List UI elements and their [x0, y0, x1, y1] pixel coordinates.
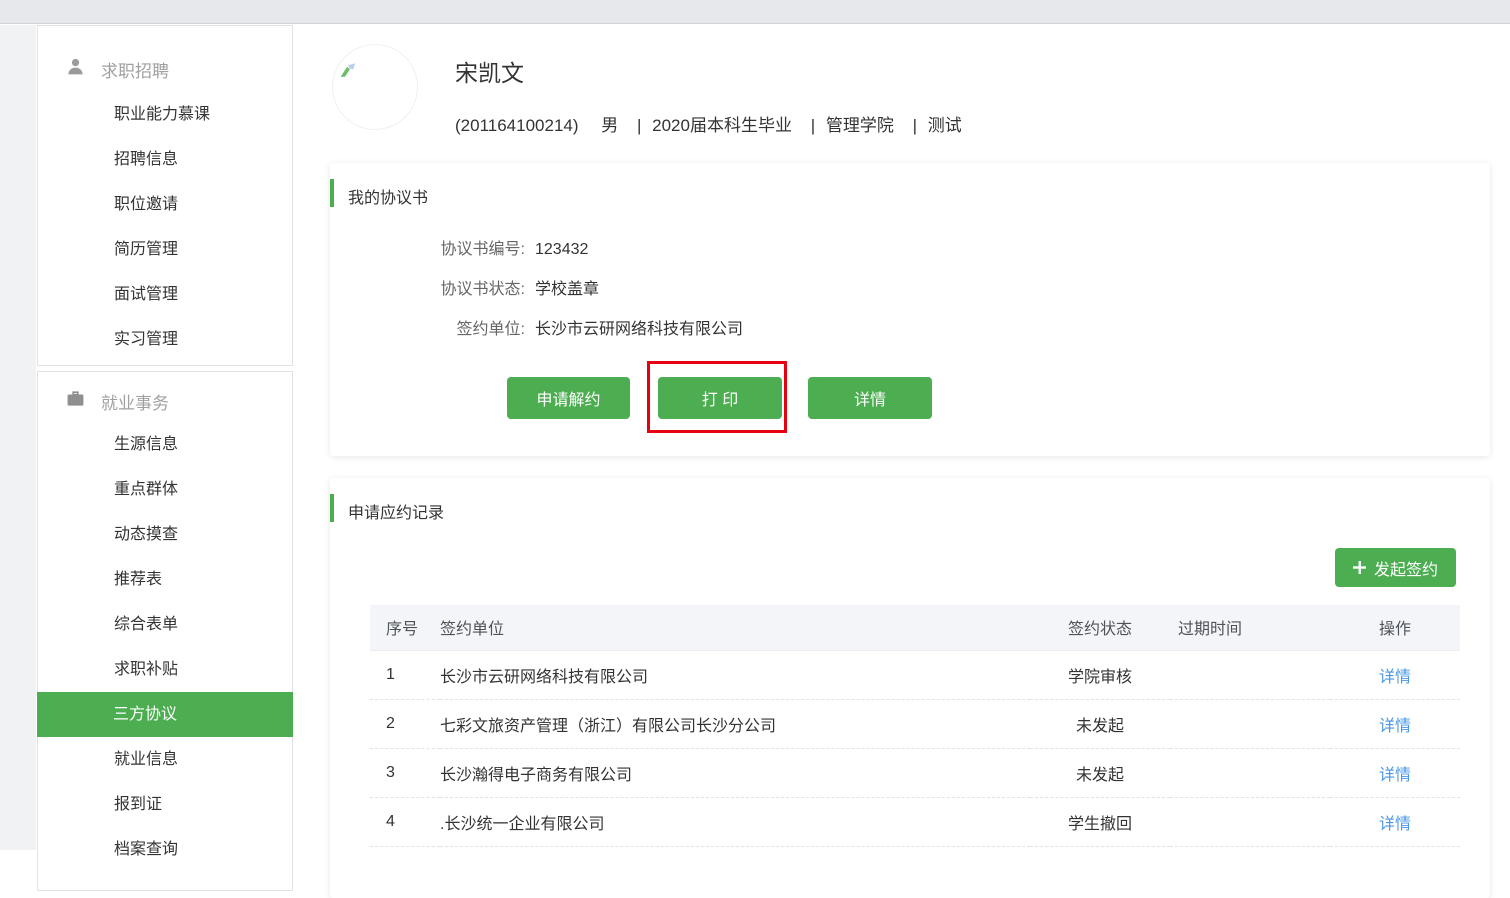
row-detail-link[interactable]: 详情	[1379, 816, 1411, 833]
sidebar-item-mooc[interactable]: 职业能力慕课	[38, 92, 292, 137]
row-company: 长沙瀚得电子商务有限公司	[440, 748, 1030, 797]
agreement-status-label: 协议书状态:	[330, 278, 525, 302]
agreement-number-field: 协议书编号: 123432	[330, 238, 588, 262]
agreement-status-value: 学校盖章	[535, 281, 599, 298]
table-row: 2 七彩文旅资产管理（浙江）有限公司长沙分公司 未发起 详情	[370, 699, 1460, 748]
start-signing-label: 发起签约	[1374, 556, 1438, 580]
sidebar-item-employment-info[interactable]: 就业信息	[38, 737, 292, 782]
sidebar-item-recruit-info[interactable]: 招聘信息	[38, 137, 292, 182]
broken-image-icon	[338, 61, 359, 82]
sidebar-group-label: 求职招聘	[101, 57, 169, 82]
section-accent-bar	[330, 179, 334, 207]
sidebar-item-interview[interactable]: 面试管理	[38, 272, 292, 317]
agreement-detail-button[interactable]: 详情	[808, 377, 932, 419]
student-tag: 测试	[928, 116, 962, 135]
sidebar-item-tripartite-agreement[interactable]: 三方协议	[37, 692, 293, 737]
start-signing-button[interactable]: 发起签约	[1335, 548, 1456, 587]
student-college: 管理学院	[826, 116, 894, 135]
row-expire	[1170, 748, 1330, 797]
records-card-title: 申请应约记录	[348, 499, 444, 523]
row-company: .长沙统一企业有限公司	[440, 797, 1030, 846]
sidebar-item-source-info[interactable]: 生源信息	[38, 422, 292, 467]
agreement-company-field: 签约单位: 长沙市云研网络科技有限公司	[330, 318, 743, 342]
sidebar-group-jobs[interactable]: 求职招聘	[38, 46, 292, 92]
row-no: 4	[370, 797, 440, 846]
sidebar-item-resume[interactable]: 简历管理	[38, 227, 292, 272]
row-company: 七彩文旅资产管理（浙江）有限公司长沙分公司	[440, 699, 1030, 748]
records-table: 序号 签约单位 签约状态 过期时间 操作 1 长沙市云研网络科技有限公司 学院审…	[370, 605, 1460, 847]
row-status: 未发起	[1030, 748, 1170, 797]
row-expire	[1170, 797, 1330, 846]
col-header-action: 操作	[1330, 605, 1460, 650]
agreement-number-value: 123432	[535, 241, 588, 258]
user-icon	[66, 57, 85, 81]
sidebar-item-internship[interactable]: 实习管理	[38, 317, 292, 362]
row-detail-link[interactable]: 详情	[1379, 718, 1411, 735]
sidebar-item-registration-card[interactable]: 报到证	[38, 782, 292, 827]
student-name: 宋凯文	[455, 54, 524, 88]
sidebar-item-position-invite[interactable]: 职位邀请	[38, 182, 292, 227]
sidebar-group-label: 就业事务	[101, 389, 169, 414]
sidebar-section-jobs: 求职招聘 职业能力慕课 招聘信息 职位邀请 简历管理 面试管理 实习管理	[37, 25, 293, 366]
meta-separator: |	[913, 116, 917, 135]
agreement-company-value: 长沙市云研网络科技有限公司	[535, 321, 743, 338]
briefcase-icon	[66, 389, 85, 413]
row-expire	[1170, 650, 1330, 699]
avatar	[332, 44, 418, 130]
student-id: (201164100214)	[455, 116, 579, 135]
meta-separator: |	[811, 116, 815, 135]
row-expire	[1170, 699, 1330, 748]
row-company: 长沙市云研网络科技有限公司	[440, 650, 1030, 699]
application-records-card: 申请应约记录 发起签约 序号 签约单位 签约状态 过期时间 操作 1 长沙市云研…	[330, 478, 1490, 898]
table-header-row: 序号 签约单位 签约状态 过期时间 操作	[370, 605, 1460, 650]
row-status: 学生撤回	[1030, 797, 1170, 846]
sidebar-item-dynamic-survey[interactable]: 动态摸查	[38, 512, 292, 557]
meta-separator: |	[637, 116, 641, 135]
terminate-agreement-button[interactable]: 申请解约	[507, 377, 630, 419]
row-no: 1	[370, 650, 440, 699]
page-left-gutter	[0, 25, 36, 850]
sidebar-item-key-groups[interactable]: 重点群体	[38, 467, 292, 512]
plus-icon	[1353, 561, 1366, 574]
student-gender: 男	[601, 116, 618, 135]
sidebar-item-comprehensive-form[interactable]: 综合表单	[38, 602, 292, 647]
student-meta: (201164100214) 男 | 2020届本科生毕业 | 管理学院 | 测…	[455, 111, 962, 136]
table-row: 3 长沙瀚得电子商务有限公司 未发起 详情	[370, 748, 1460, 797]
browser-top-strip	[0, 0, 1510, 24]
agreement-status-field: 协议书状态: 学校盖章	[330, 278, 599, 302]
table-row: 4 .长沙统一企业有限公司 学生撤回 详情	[370, 797, 1460, 846]
my-agreement-card: 我的协议书 协议书编号: 123432 协议书状态: 学校盖章 签约单位: 长沙市云研…	[330, 163, 1490, 456]
col-header-company: 签约单位	[440, 605, 1030, 650]
sidebar-section-employment: 就业事务 生源信息 重点群体 动态摸查 推荐表 综合表单 求职补贴 三方协议 就…	[37, 371, 293, 891]
row-detail-link[interactable]: 详情	[1379, 767, 1411, 784]
print-button[interactable]: 打 印	[658, 377, 782, 419]
agreement-number-label: 协议书编号:	[330, 238, 525, 262]
col-header-no: 序号	[370, 605, 440, 650]
table-row: 1 长沙市云研网络科技有限公司 学院审核 详情	[370, 650, 1460, 699]
row-no: 2	[370, 699, 440, 748]
row-no: 3	[370, 748, 440, 797]
section-accent-bar	[330, 494, 334, 522]
row-status: 学院审核	[1030, 650, 1170, 699]
agreement-card-title: 我的协议书	[348, 184, 428, 208]
row-status: 未发起	[1030, 699, 1170, 748]
sidebar-group-employment[interactable]: 就业事务	[38, 380, 292, 422]
student-grade: 2020届本科生毕业	[652, 116, 792, 135]
agreement-company-label: 签约单位:	[330, 318, 525, 342]
row-detail-link[interactable]: 详情	[1379, 669, 1411, 686]
sidebar-item-recommendation[interactable]: 推荐表	[38, 557, 292, 602]
col-header-status: 签约状态	[1030, 605, 1170, 650]
sidebar-item-job-subsidy[interactable]: 求职补贴	[38, 647, 292, 692]
col-header-expire: 过期时间	[1170, 605, 1330, 650]
